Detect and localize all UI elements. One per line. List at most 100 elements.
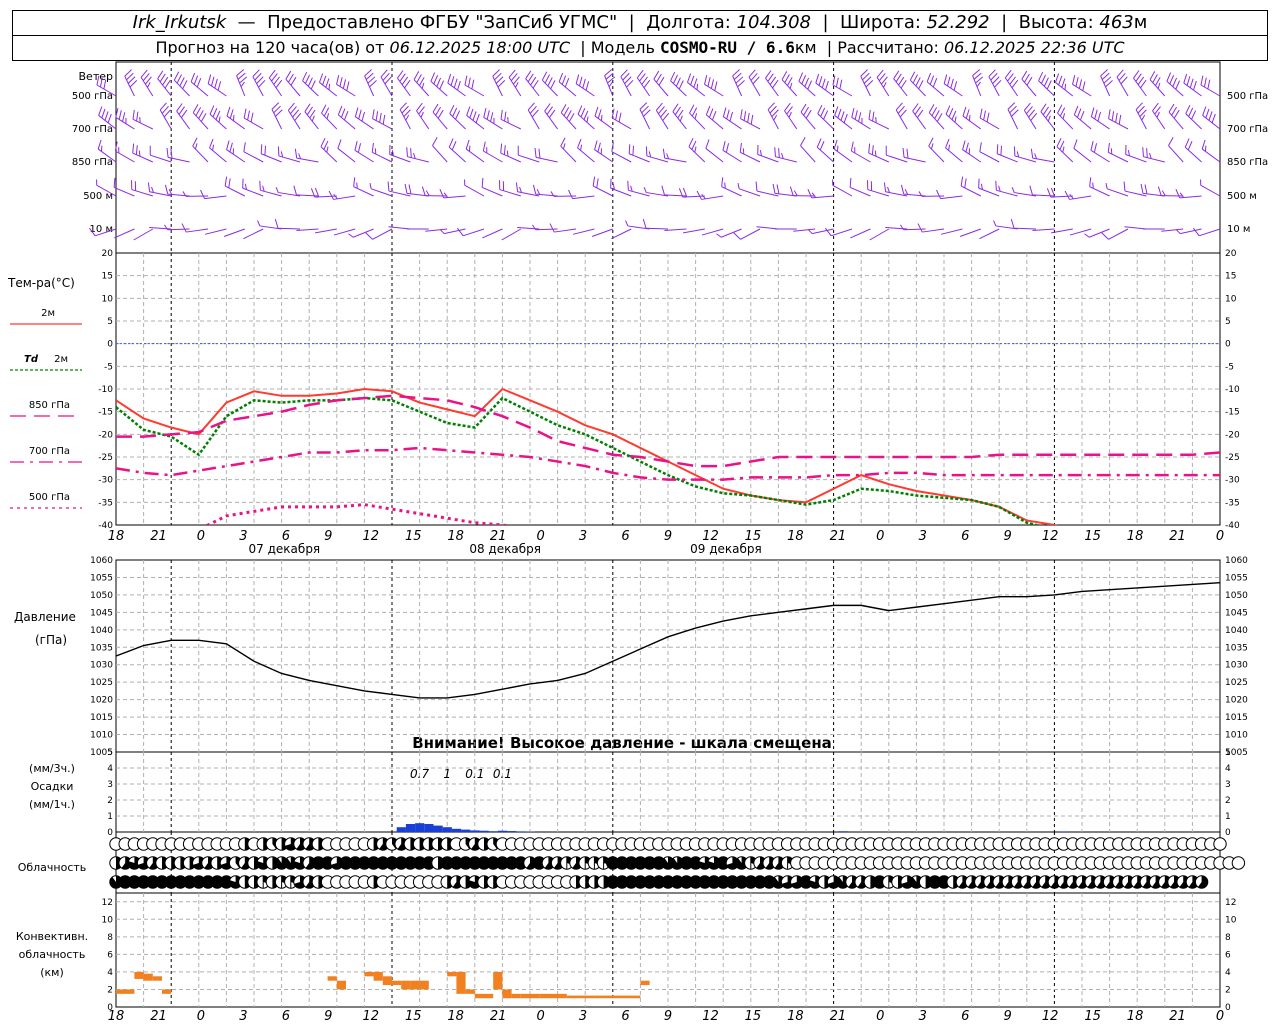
convective-bar: [336, 980, 346, 990]
wind-barb-feather: [1171, 106, 1178, 116]
hour-tick-label-top: 15: [1084, 529, 1101, 544]
wind-barb-feather: [825, 80, 829, 91]
wind-barb-shaft: [1166, 80, 1184, 97]
y-tick-label-left: 12: [102, 898, 113, 908]
wind-barb-feather: [1075, 77, 1079, 87]
wind-barb-shaft: [701, 228, 724, 236]
wind-barb-feather: [858, 112, 862, 122]
wind-barb-feather: [577, 138, 582, 149]
wind-barb-feather: [379, 112, 382, 123]
y-tick-label-right: -15: [1225, 408, 1240, 418]
wind-barb-feather: [176, 74, 182, 84]
wind-barb-feather: [374, 148, 377, 155]
wind-barb-feather: [430, 72, 436, 82]
wind-barb-feather: [1007, 73, 1014, 82]
wind-barb-feather: [784, 102, 791, 112]
wind-barb-feather: [705, 139, 710, 149]
wind-barb-shaft: [943, 83, 963, 97]
wind-barb-shaft: [1184, 146, 1202, 163]
wind-barb-feather: [932, 77, 938, 88]
wind-barb-feather: [439, 189, 445, 199]
wind-barb-feather: [1097, 111, 1102, 122]
convective-bar: [456, 971, 466, 994]
wind-barb-feather: [1168, 137, 1174, 146]
wind-barb-feather: [180, 109, 188, 118]
wind-barb-feather: [694, 113, 698, 120]
wind-barb-feather: [834, 106, 839, 116]
wind-barb-feather: [1141, 114, 1146, 121]
wind-barb-shaft: [672, 111, 687, 130]
wind-barb-shaft: [869, 228, 890, 241]
y-tick-label-right: -30: [1225, 476, 1240, 486]
wind-barb-feather: [722, 141, 726, 151]
wind-barb-feather: [704, 75, 708, 85]
hour-tick-label-bottom: 12: [702, 1009, 719, 1024]
wind-barb-shaft: [620, 76, 632, 97]
wind-barb-feather: [878, 73, 886, 82]
wind-barb-feather: [816, 138, 822, 148]
wind-barb-feather: [1082, 81, 1086, 91]
hour-tick-label-bottom: 0: [197, 1009, 205, 1024]
y-tick-label-right: 0: [1225, 828, 1231, 838]
wind-barb-feather: [404, 79, 411, 89]
wind-barb-shaft: [979, 228, 1000, 240]
y-tick-label-left: 2: [107, 985, 113, 995]
y-tick-label-right: 10: [1225, 294, 1237, 304]
wind-barb-feather: [482, 141, 486, 152]
wind-barb-feather: [236, 69, 245, 76]
y-tick-label-left: 1015: [90, 713, 113, 723]
wind-barb-shaft: [252, 76, 264, 97]
wind-barb-shaft: [833, 148, 853, 163]
wind-barb-shaft: [226, 115, 246, 130]
wind-barb-feather: [229, 142, 233, 153]
wind-barb-feather: [530, 76, 537, 86]
wind-barb-shaft: [500, 118, 522, 130]
wind-barb-feather: [1046, 80, 1052, 90]
convective-bar: [484, 993, 494, 999]
wind-barb-feather: [696, 190, 702, 200]
wind-barb-feather: [356, 182, 358, 189]
wind-barb-feather: [604, 69, 613, 76]
wind-barb-feather: [742, 148, 745, 155]
wind-barb-feather: [547, 77, 553, 87]
wind-barb-feather: [541, 71, 548, 81]
wind-barb-shaft: [321, 112, 338, 130]
hour-tick-label-bottom: 18: [787, 1009, 804, 1024]
wind-barb-shaft: [592, 185, 614, 197]
wind-barb-feather: [1021, 70, 1028, 80]
wind-barb-feather: [1202, 106, 1207, 116]
wind-barb-shaft: [287, 110, 301, 130]
wind-barb-feather: [876, 69, 884, 78]
wind-barb-shaft: [926, 81, 945, 97]
wind-barb-feather: [357, 143, 362, 153]
hour-tick-label-top: 18: [1127, 529, 1144, 544]
wind-barb-feather: [196, 77, 202, 88]
wind-barb-feather: [724, 182, 726, 189]
wind-barb-feather: [929, 75, 935, 85]
wind-barb-feather: [560, 104, 567, 113]
wind-barb-feather: [945, 138, 950, 149]
wind-barb-feather: [962, 140, 966, 150]
wind-barb-feather: [962, 106, 967, 117]
y-tick-label-right: -20: [1225, 430, 1240, 440]
wind-barb-feather: [240, 81, 245, 88]
precip-bar: [497, 830, 508, 832]
wind-barb-feather: [1137, 76, 1145, 85]
convective-bar: [493, 971, 503, 990]
wind-barb-feather: [452, 107, 458, 117]
wind-barb-feather: [340, 108, 346, 118]
wind-barb-feather: [290, 76, 297, 86]
wind-barb-feather: [527, 73, 534, 83]
wind-barb-feather: [439, 80, 445, 90]
wind-barb-feather: [1110, 148, 1113, 155]
wind-barb-feather: [292, 109, 300, 118]
wind-barb-feather: [173, 71, 180, 81]
wind-barb-feather: [811, 192, 817, 198]
wind-barb-feather: [1073, 139, 1078, 149]
hour-tick-label-top: 12: [362, 529, 379, 544]
wind-barb-feather: [287, 102, 295, 111]
wind-barb-feather: [346, 81, 350, 91]
wind-barb-feather: [712, 110, 717, 121]
wind-barb-feather: [1010, 218, 1015, 229]
wind-barb-feather: [98, 106, 103, 116]
